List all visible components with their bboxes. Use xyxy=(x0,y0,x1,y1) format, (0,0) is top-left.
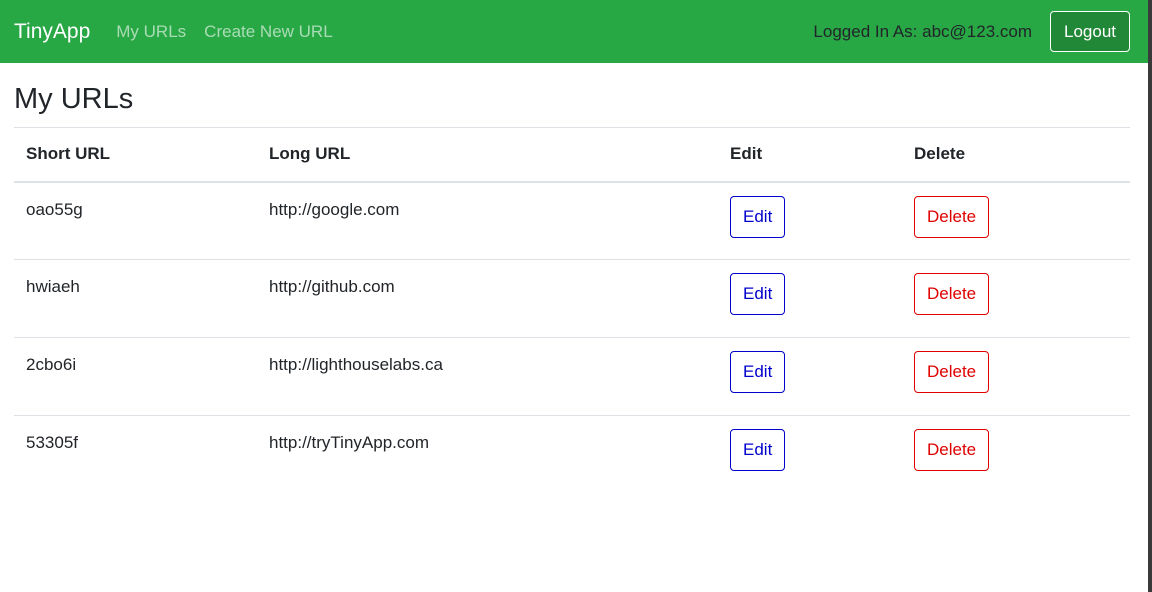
header-long-url: Long URL xyxy=(269,144,351,164)
long-url-cell: http://google.com xyxy=(269,199,400,219)
delete-button[interactable]: Delete xyxy=(914,195,990,238)
navbar: TinyApp My URLs Create New URL Logged In… xyxy=(0,0,1148,63)
long-url-cell: http://tryTinyApp.com xyxy=(269,433,429,452)
table-row: 53305f http://tryTinyApp.com Edit Delete xyxy=(14,416,1130,494)
short-url-cell: 53305f xyxy=(26,433,78,452)
delete-button[interactable]: Delete xyxy=(914,273,990,315)
nav-link-create-url[interactable]: Create New URL xyxy=(204,22,333,42)
brand-link[interactable]: TinyApp xyxy=(14,20,90,44)
edit-button[interactable]: Edit xyxy=(730,429,786,471)
short-url-cell: hwiaeh xyxy=(26,277,80,296)
edit-button[interactable]: Edit xyxy=(730,351,786,393)
app-window: TinyApp My URLs Create New URL Logged In… xyxy=(0,0,1148,592)
urls-table: Short URL Long URL Edit Delete oao55g ht… xyxy=(14,127,1130,494)
table-row: hwiaeh http://github.com Edit Delete xyxy=(14,260,1130,338)
logged-in-user: Logged In As: abc@123.com xyxy=(813,21,1032,41)
edit-button[interactable]: Edit xyxy=(730,273,786,315)
header-short-url: Short URL xyxy=(26,144,111,164)
header-delete: Delete xyxy=(914,144,966,164)
table-row: 2cbo6i http://lighthouselabs.ca Edit Del… xyxy=(14,338,1130,416)
edit-button[interactable]: Edit xyxy=(730,195,786,238)
nav-link-my-urls[interactable]: My URLs xyxy=(116,22,186,42)
delete-button[interactable]: Delete xyxy=(914,351,990,393)
long-url-cell: http://lighthouselabs.ca xyxy=(269,355,443,374)
short-url-cell: 2cbo6i xyxy=(26,355,77,374)
header-edit: Edit xyxy=(730,144,763,164)
main-content: My URLs Short URL Long URL Edit Delete o… xyxy=(0,63,1148,494)
short-url-cell: oao55g xyxy=(26,199,83,219)
window-edge xyxy=(1148,0,1152,592)
logout-button[interactable]: Logout xyxy=(1050,11,1130,52)
table-row: oao55g http://google.com Edit Delete xyxy=(14,182,1130,260)
table-header-row: Short URL Long URL Edit Delete xyxy=(14,127,1130,182)
page-title: My URLs xyxy=(14,83,134,115)
delete-button[interactable]: Delete xyxy=(914,429,990,471)
long-url-cell: http://github.com xyxy=(269,277,395,296)
